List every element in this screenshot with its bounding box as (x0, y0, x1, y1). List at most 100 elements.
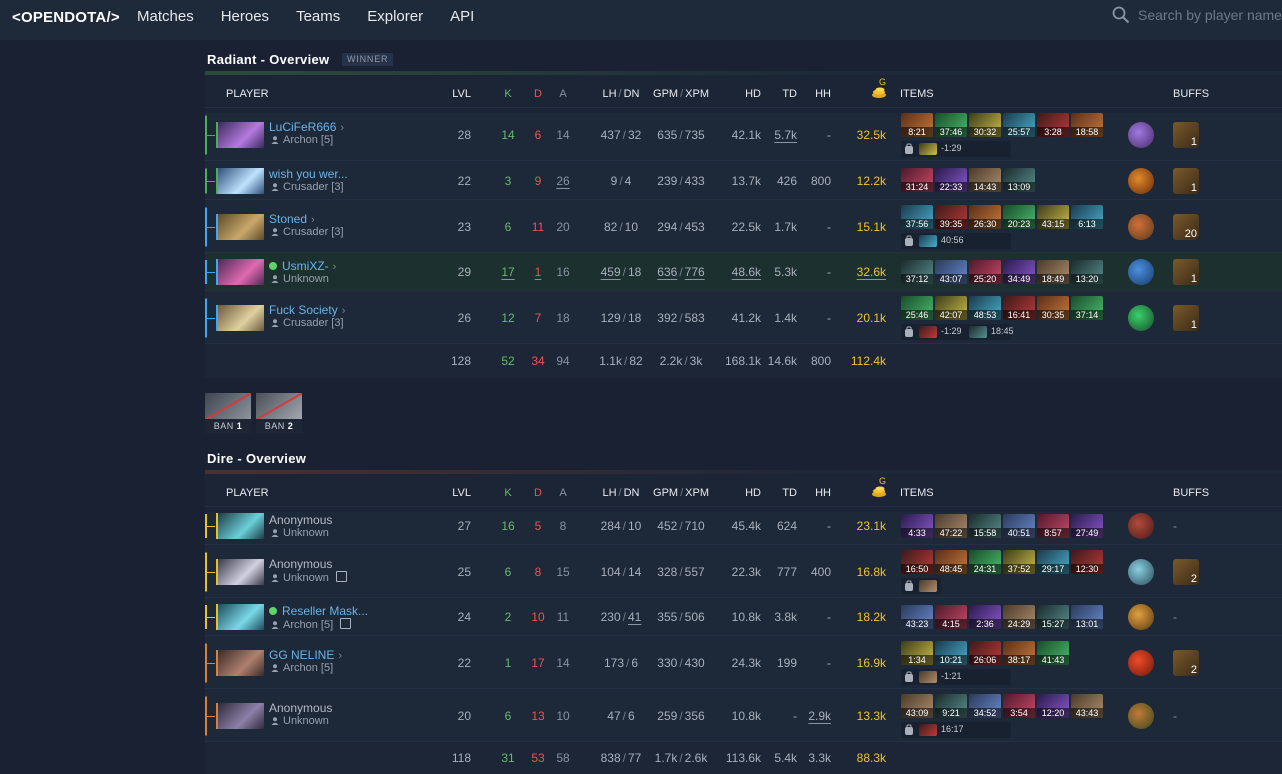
nav-link-explorer[interactable]: Explorer (367, 8, 423, 25)
player-name-link[interactable]: GG NELINE › (269, 648, 342, 662)
backpack-item[interactable] (919, 724, 937, 736)
item-slot[interactable]: 16:50 (901, 550, 933, 574)
header-player[interactable]: PLAYER (226, 88, 269, 100)
hero-portrait[interactable] (216, 259, 264, 285)
hero-portrait[interactable] (216, 649, 264, 676)
item-slot[interactable]: 24:31 (969, 550, 1001, 574)
header-player[interactable]: PLAYER (226, 487, 269, 499)
player-name-link[interactable]: wish you wer... (269, 167, 348, 181)
backpack-item[interactable] (919, 235, 937, 247)
header-gpm-xpm[interactable]: GPM / XPM (649, 88, 713, 100)
item-slot[interactable]: 8:21 (901, 113, 933, 137)
item-slot[interactable]: 15:58 (969, 514, 1001, 538)
item-slot[interactable]: 31:24 (901, 168, 933, 192)
item-slot[interactable]: 10:21 (935, 641, 967, 665)
header-lvl[interactable]: LVL (445, 88, 471, 100)
item-slot[interactable]: 18:49 (1037, 260, 1069, 284)
backpack-item[interactable] (919, 671, 937, 683)
header-td[interactable]: TD (765, 487, 797, 499)
neutral-item-icon[interactable] (1128, 649, 1154, 676)
header-kills[interactable]: K (501, 487, 515, 499)
item-slot[interactable]: 37:14 (1071, 296, 1103, 320)
item-slot[interactable]: 13:20 (1071, 260, 1103, 284)
item-slot[interactable]: 25:20 (969, 260, 1001, 284)
item-slot[interactable]: 34:52 (969, 694, 1001, 718)
item-slot[interactable]: 30:35 (1037, 296, 1069, 320)
hero-portrait[interactable] (216, 213, 264, 240)
item-slot[interactable]: 48:45 (935, 550, 967, 574)
neutral-item-icon[interactable] (1128, 259, 1154, 285)
hero-portrait[interactable] (216, 121, 264, 148)
ban-slot-1[interactable]: BAN 1 (205, 393, 251, 433)
item-slot[interactable]: 13:09 (1003, 168, 1035, 192)
buff-icon[interactable]: 1 (1173, 304, 1199, 331)
item-slot[interactable]: 43:23 (901, 605, 933, 629)
item-slot[interactable]: 37:12 (901, 260, 933, 284)
item-slot[interactable]: 38:17 (1003, 641, 1035, 665)
hero-portrait[interactable] (216, 167, 264, 194)
header-deaths[interactable]: D (530, 487, 546, 499)
item-slot[interactable]: 15:27 (1037, 605, 1069, 629)
neutral-item-icon[interactable] (1128, 213, 1154, 240)
nav-link-matches[interactable]: Matches (137, 8, 194, 25)
item-slot[interactable]: 37:46 (935, 113, 967, 137)
buff-icon[interactable]: 1 (1173, 259, 1199, 285)
item-slot[interactable]: 25:46 (901, 296, 933, 320)
header-kills[interactable]: K (501, 88, 515, 100)
search-input[interactable] (1138, 5, 1282, 25)
nav-link-api[interactable]: API (450, 8, 474, 25)
item-slot[interactable]: 3:28 (1037, 113, 1069, 137)
nav-link-heroes[interactable]: Heroes (221, 8, 269, 25)
player-name-link[interactable]: LuCiFeR666 › (269, 120, 344, 134)
header-assists[interactable]: A (555, 487, 571, 499)
item-slot[interactable]: 27:49 (1071, 514, 1103, 538)
item-slot[interactable]: 3:54 (1003, 694, 1035, 718)
item-slot[interactable]: 13:01 (1071, 605, 1103, 629)
item-slot[interactable]: 48:53 (969, 296, 1001, 320)
item-slot[interactable]: 42:07 (935, 296, 967, 320)
player-name-link[interactable]: Reseller Mask... (269, 604, 368, 618)
backpack-item[interactable] (919, 143, 937, 155)
backpack-item[interactable] (919, 326, 937, 338)
header-lvl[interactable]: LVL (445, 487, 471, 499)
item-slot[interactable]: 40:51 (1003, 514, 1035, 538)
header-td[interactable]: TD (765, 88, 797, 100)
neutral-item-icon[interactable] (1128, 304, 1154, 331)
neutral-item-icon[interactable] (1128, 121, 1154, 148)
item-slot[interactable]: 43:09 (901, 694, 933, 718)
header-deaths[interactable]: D (530, 88, 546, 100)
hero-portrait[interactable] (216, 513, 264, 539)
item-slot[interactable]: 16:41 (1003, 296, 1035, 320)
item-slot[interactable]: 43:43 (1071, 694, 1103, 718)
item-slot[interactable]: 41:43 (1037, 641, 1069, 665)
item-slot[interactable]: 25:57 (1003, 113, 1035, 137)
item-slot[interactable]: 12:20 (1037, 694, 1069, 718)
hero-portrait[interactable] (216, 304, 264, 331)
opendota-logo[interactable]: <OPENDOTA/> (12, 9, 120, 26)
item-slot[interactable]: 6:13 (1071, 205, 1103, 229)
item-slot[interactable]: 26:30 (969, 205, 1001, 229)
neutral-item-icon[interactable] (1128, 702, 1154, 729)
neutral-item-icon[interactable] (1128, 558, 1154, 585)
item-slot[interactable]: 22:33 (935, 168, 967, 192)
item-slot[interactable]: 29:17 (1037, 550, 1069, 574)
header-hh[interactable]: HH (801, 487, 831, 499)
item-slot[interactable]: 30:32 (969, 113, 1001, 137)
item-slot[interactable]: 1:34 (901, 641, 933, 665)
item-slot[interactable]: 43:15 (1037, 205, 1069, 229)
neutral-item-icon[interactable] (1128, 604, 1154, 630)
item-slot[interactable]: 37:56 (901, 205, 933, 229)
item-slot[interactable]: 4:15 (935, 605, 967, 629)
buff-icon[interactable]: 2 (1173, 649, 1199, 676)
hero-portrait[interactable] (216, 604, 264, 630)
player-name-link[interactable]: Fuck Society › (269, 303, 345, 317)
buff-icon[interactable]: 1 (1173, 121, 1199, 148)
neutral-item-icon[interactable] (1128, 167, 1154, 194)
item-slot[interactable]: 8:57 (1037, 514, 1069, 538)
header-lh-dn[interactable]: LH / DN (591, 487, 651, 499)
item-slot[interactable]: 18:58 (1071, 113, 1103, 137)
header-hd[interactable]: HD (717, 487, 761, 499)
header-hh[interactable]: HH (801, 88, 831, 100)
item-slot[interactable]: 9:21 (935, 694, 967, 718)
item-slot[interactable]: 12:30 (1071, 550, 1103, 574)
